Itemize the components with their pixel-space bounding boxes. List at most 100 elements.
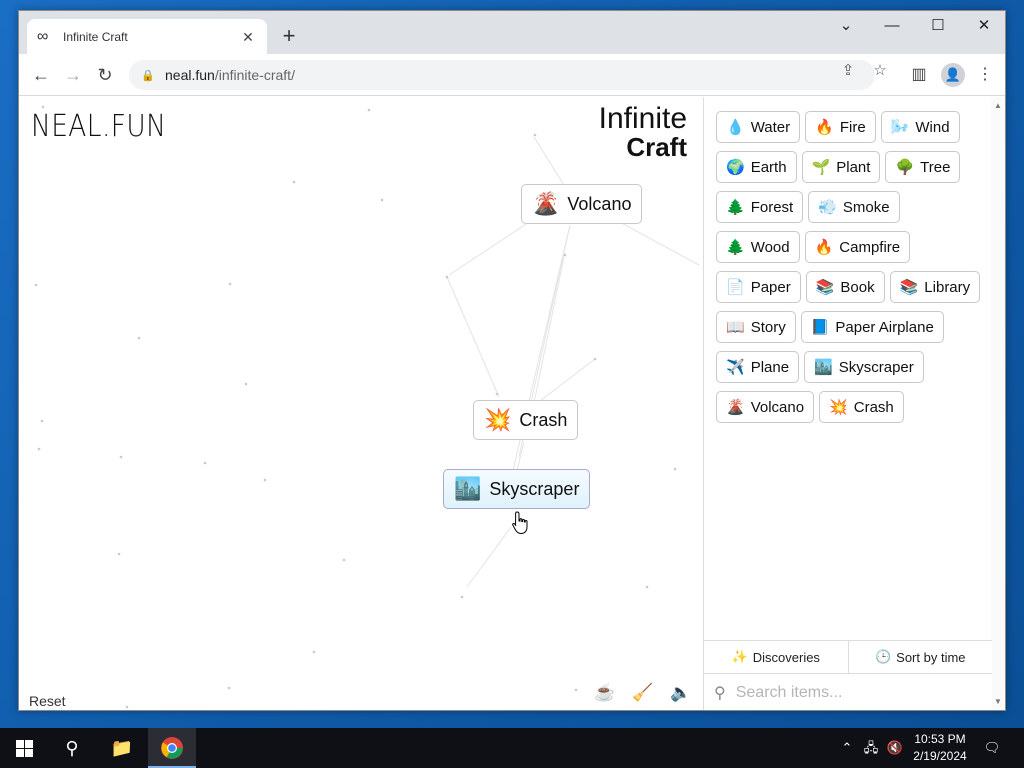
item-emoji-icon: 💥 xyxy=(829,399,848,416)
forward-button[interactable]: → xyxy=(61,63,85,87)
sidebar-item-story[interactable]: 📖 Story xyxy=(716,311,796,343)
sidebar-item-label: Book xyxy=(840,278,875,296)
search-input[interactable] xyxy=(735,684,966,702)
clock-icon: 🕒 xyxy=(874,649,892,664)
sidebar-item-label: Earth xyxy=(750,158,787,176)
sort-by-time-tab[interactable]: 🕒 Sort by time xyxy=(847,641,993,673)
browser-tab[interactable]: ∞ Infinite Craft ✕ xyxy=(27,19,267,54)
sidebar-item-paper[interactable]: 📄 Paper xyxy=(716,271,801,303)
broom-icon[interactable]: 🧹 xyxy=(631,681,655,705)
network-icon[interactable]: 🖧 xyxy=(860,728,882,768)
sidebar-item-label: Water xyxy=(750,118,791,136)
windows-logo-icon xyxy=(16,740,33,757)
taskbar: ⚲ 📁 ⌃ 🖧 🔇 10:53 PM 2/19/2024 🗨 xyxy=(0,728,1024,768)
sidebar-item-skyscraper[interactable]: 🏙️ Skyscraper xyxy=(804,351,924,383)
browser-toolbar: ← → ↻ 🔒 neal.fun/infinite-craft/ ⇪ ☆ ▥ 👤… xyxy=(19,54,1005,96)
sort-label: Sort by time xyxy=(896,649,966,665)
craft-canvas[interactable]: NEAL.FUN Infinite Craft 🌋 Volcano 💥 Cras… xyxy=(19,97,703,710)
tab-search-icon[interactable]: ⌄ xyxy=(823,11,869,41)
sidebar-item-smoke[interactable]: 💨 Smoke xyxy=(808,191,900,223)
clock-date: 2/19/2024 xyxy=(913,749,967,763)
sidebar-item-label: Story xyxy=(750,318,786,336)
tab-title: Infinite Craft xyxy=(63,29,128,44)
reset-button[interactable]: Reset xyxy=(29,693,66,709)
close-tab-icon[interactable]: ✕ xyxy=(239,28,257,46)
sidebar-item-water[interactable]: 💧 Water xyxy=(716,111,801,143)
sidebar-item-tree[interactable]: 🌳 Tree xyxy=(885,151,961,183)
speaker-mute-icon[interactable]: 🔈 xyxy=(669,681,693,705)
canvas-item-label: Volcano xyxy=(567,193,632,214)
url-path: /infinite-craft/ xyxy=(214,67,295,83)
sidebar-item-label: Crash xyxy=(853,398,894,416)
canvas-item-crash[interactable]: 💥 Crash xyxy=(473,400,579,440)
neal-fun-logo[interactable]: NEAL.FUN xyxy=(31,109,166,144)
sidebar-item-label: Library xyxy=(924,278,971,296)
show-hidden-icons-icon[interactable]: ⌃ xyxy=(838,728,856,768)
sidebar-item-label: Paper Airplane xyxy=(835,318,934,336)
discoveries-tab[interactable]: ✨ Discoveries xyxy=(704,641,848,673)
search-taskbar-icon[interactable]: ⚲ xyxy=(48,728,96,768)
item-emoji-icon: 🌋 xyxy=(726,399,745,416)
chrome-taskbar-icon[interactable] xyxy=(148,728,196,768)
item-emoji-icon: 📄 xyxy=(726,279,745,296)
sidebar-item-label: Smoke xyxy=(842,198,890,216)
coffee-cup-icon[interactable]: ☕ xyxy=(593,681,617,705)
item-emoji-icon: 🏙️ xyxy=(814,359,833,376)
discoveries-label: Discoveries xyxy=(752,649,820,665)
sidebar-item-plant[interactable]: 🌱 Plant xyxy=(801,151,881,183)
close-window-button[interactable]: ✕ xyxy=(961,11,1005,41)
sidebar-item-plane[interactable]: ✈️ Plane xyxy=(716,351,800,383)
sidebar-item-crash[interactable]: 💥 Crash xyxy=(819,391,904,423)
share-icon[interactable]: ⇪ xyxy=(837,60,859,82)
item-emoji-icon: 📖 xyxy=(726,319,745,336)
sidebar-item-wind[interactable]: 🌬️ Wind xyxy=(880,111,960,143)
reload-button[interactable]: ↻ xyxy=(93,63,117,87)
sidebar-item-paper-airplane[interactable]: 📘 Paper Airplane xyxy=(800,311,944,343)
sidebar-item-book[interactable]: 📚 Book xyxy=(805,271,885,303)
back-button[interactable]: ← xyxy=(29,63,53,87)
sidebar-item-fire[interactable]: 🔥 Fire xyxy=(805,111,876,143)
bookmark-star-icon[interactable]: ☆ xyxy=(869,60,891,82)
volume-muted-icon[interactable]: 🔇 xyxy=(884,728,906,768)
item-emoji-icon: 📘 xyxy=(810,319,830,336)
browser-window: ∞ Infinite Craft ✕ + ⌄ — ☐ ✕ ← → ↻ 🔒 nea… xyxy=(18,10,1006,711)
notifications-icon[interactable]: 🗨 xyxy=(980,728,1004,768)
menu-kebab-icon[interactable]: ⋮ xyxy=(973,63,997,87)
canvas-item-skyscraper[interactable]: 🏙️ Skyscraper xyxy=(443,469,591,509)
item-emoji-icon: 💧 xyxy=(726,119,745,136)
item-emoji-icon: 🌬️ xyxy=(890,119,910,136)
sidebar-item-campfire[interactable]: 🔥 Campfire xyxy=(804,231,911,263)
sidebar-item-library[interactable]: 📚 Library xyxy=(889,271,981,303)
item-emoji-icon: 🔥 xyxy=(815,119,834,136)
sidebar-item-wood[interactable]: 🌲 Wood xyxy=(716,231,800,263)
canvas-item-label: Skyscraper xyxy=(489,478,580,499)
logo-line-craft: Craft xyxy=(626,132,687,162)
sidebar-item-earth[interactable]: 🌍 Earth xyxy=(716,151,797,183)
minimize-button[interactable]: — xyxy=(869,11,915,41)
address-bar[interactable]: 🔒 neal.fun/infinite-craft/ xyxy=(129,60,875,90)
sidebar-item-volcano[interactable]: 🌋 Volcano xyxy=(716,391,815,423)
file-explorer-icon[interactable]: 📁 xyxy=(98,728,146,768)
scroll-down-icon[interactable]: ▼ xyxy=(994,697,1002,706)
chrome-logo-icon xyxy=(161,737,183,759)
item-emoji-icon: 💨 xyxy=(818,199,837,216)
canvas-item-volcano[interactable]: 🌋 Volcano xyxy=(521,184,643,224)
sidebar-tabs: ✨ Discoveries 🕒 Sort by time xyxy=(704,641,992,674)
sidebar-footer: ✨ Discoveries 🕒 Sort by time ⚲ xyxy=(704,640,992,710)
side-panel-icon[interactable]: ▥ xyxy=(907,63,931,87)
sidebar-item-label: Campfire xyxy=(839,238,901,256)
sidebar-scrollbar[interactable]: ▲ ▼ xyxy=(991,97,1005,710)
cityscape-icon: 🏙️ xyxy=(454,476,482,501)
item-emoji-icon: 🌳 xyxy=(895,159,915,176)
sidebar-item-label: Paper xyxy=(750,278,791,296)
scroll-up-icon[interactable]: ▲ xyxy=(994,101,1002,110)
logo-line-infinite: Infinite xyxy=(598,102,687,135)
items-sidebar: 💧 Water 🔥 Fire 🌬️ Wind 🌍 Earth 🌱 Plant 🌳 Tree 🌲 Fores… xyxy=(703,97,1005,710)
start-button[interactable] xyxy=(0,728,48,768)
profile-avatar-icon[interactable]: 👤 xyxy=(941,63,965,87)
tab-strip: ∞ Infinite Craft ✕ + ⌄ — ☐ ✕ xyxy=(19,11,1005,54)
system-clock[interactable]: 10:53 PM 2/19/2024 xyxy=(906,731,974,765)
sidebar-item-forest[interactable]: 🌲 Forest xyxy=(716,191,804,223)
maximize-button[interactable]: ☐ xyxy=(915,11,961,41)
new-tab-button[interactable]: + xyxy=(277,25,301,49)
